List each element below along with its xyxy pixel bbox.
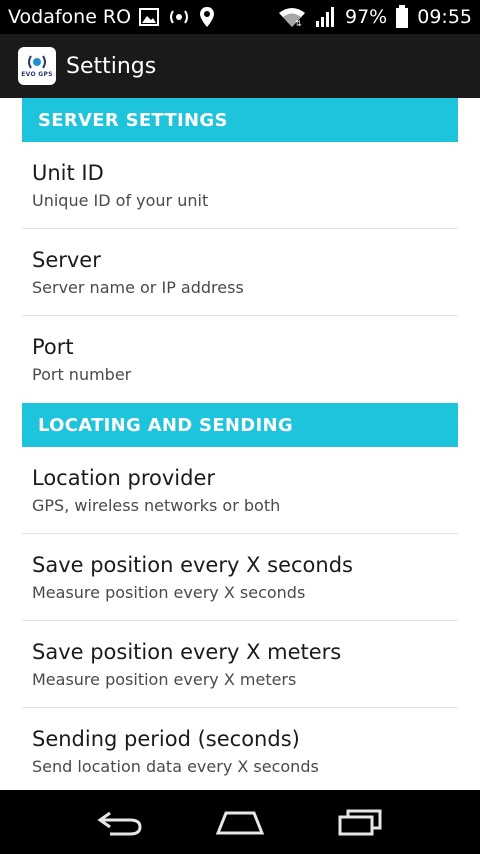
pref-title: Server xyxy=(32,247,101,272)
pref-title: Unit ID xyxy=(32,160,104,185)
pref-title: Save position every X meters xyxy=(32,639,342,664)
pref-unit-id[interactable]: Unit ID Unique ID of your unit xyxy=(22,142,458,229)
pref-summary: GPS, wireless networks or both xyxy=(32,495,281,515)
app-logo-icon[interactable]: EVO GPS xyxy=(18,47,56,85)
clock: 09:55 xyxy=(417,6,472,28)
location-icon xyxy=(199,6,215,28)
pref-title: Save position every X seconds xyxy=(32,552,353,577)
pref-location-provider[interactable]: Location provider GPS, wireless networks… xyxy=(22,447,458,534)
recent-apps-button[interactable] xyxy=(325,797,395,847)
pref-summary: Port number xyxy=(32,365,132,384)
page-title: Settings xyxy=(66,53,157,79)
navigation-bar xyxy=(0,790,480,854)
carrier-name: Vodafone RO xyxy=(8,6,132,28)
pref-title: Port xyxy=(32,335,74,359)
pref-port[interactable]: Port Port number xyxy=(22,316,458,403)
section-header-server-settings: SERVER SETTINGS xyxy=(22,98,458,142)
pref-title: Location provider xyxy=(32,465,215,490)
pref-save-position-meters[interactable]: Save position every X meters Measure pos… xyxy=(22,621,458,708)
pref-sending-period[interactable]: Sending period (seconds) Send location d… xyxy=(22,708,458,790)
status-bar: Vodafone RO ⇅ 97% 09:55 xyxy=(0,0,480,34)
action-bar: EVO GPS Settings xyxy=(0,34,480,98)
back-icon xyxy=(97,811,142,836)
pref-title: Sending period (seconds) xyxy=(32,727,300,751)
home-icon xyxy=(215,811,265,835)
pref-summary: Unique ID of your unit xyxy=(32,190,209,210)
battery-icon xyxy=(395,5,409,29)
recent-apps-icon xyxy=(338,809,382,836)
back-button[interactable] xyxy=(85,797,155,847)
pref-summary: Send location data every X seconds xyxy=(32,757,319,776)
pref-summary: Measure position every X seconds xyxy=(32,582,306,602)
settings-list[interactable]: SERVER SETTINGS Unit ID Unique ID of you… xyxy=(0,98,480,790)
status-right: ⇅ 97% 09:55 xyxy=(277,5,472,29)
wifi-icon: ⇅ xyxy=(277,6,307,28)
pref-save-position-seconds[interactable]: Save position every X seconds Measure po… xyxy=(22,534,458,621)
svg-text:⇅: ⇅ xyxy=(295,19,302,28)
section-header-locating-and-sending: LOCATING AND SENDING xyxy=(22,403,458,447)
status-left: Vodafone RO xyxy=(8,6,215,28)
pref-server[interactable]: Server Server name or IP address xyxy=(22,229,458,316)
app-logo-text: EVO GPS xyxy=(21,71,53,78)
image-icon xyxy=(139,8,160,26)
broadcast-icon xyxy=(167,8,191,26)
battery-percent: 97% xyxy=(345,6,388,28)
home-button[interactable] xyxy=(205,797,275,847)
pref-summary: Server name or IP address xyxy=(32,277,244,297)
pref-summary: Measure position every X meters xyxy=(32,669,297,689)
signal-icon xyxy=(315,6,337,28)
